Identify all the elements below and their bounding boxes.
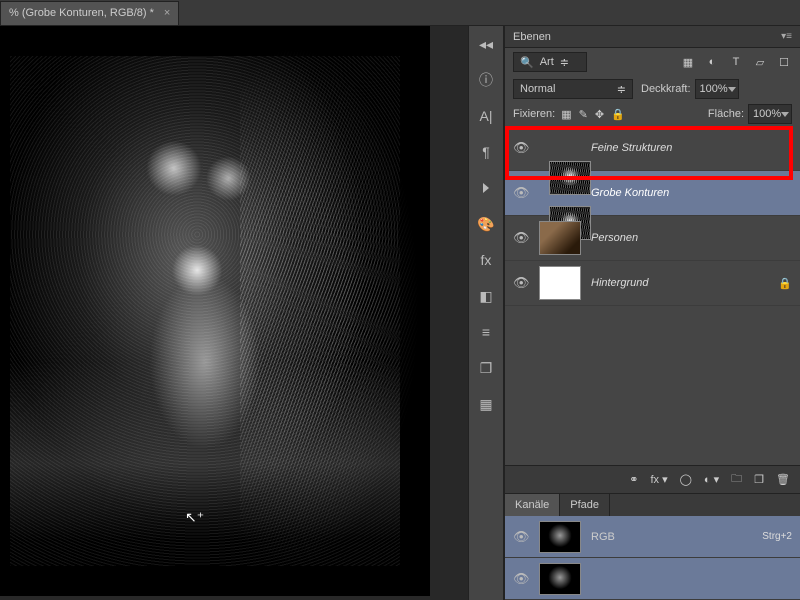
collapsed-panels-strip: ◂◂ ⓘ A| ¶ 🎨 fx ◧ ≡ ❐ ▦ xyxy=(468,26,504,600)
channel-name: RGB xyxy=(591,531,615,543)
lock-pixels-icon[interactable]: ✎ xyxy=(579,108,588,121)
fx-icon[interactable]: fx ▾ xyxy=(650,473,667,486)
channels-icon[interactable]: ▦ xyxy=(472,392,500,416)
chevron-down-icon xyxy=(781,112,789,117)
panel-title: Ebenen xyxy=(513,31,551,43)
channel-row[interactable]: 👁 xyxy=(505,558,800,600)
layer-name[interactable]: Hintergrund xyxy=(591,277,648,289)
info-icon[interactable]: ⓘ xyxy=(472,68,500,92)
expand-icon[interactable]: ◂◂ xyxy=(472,32,500,56)
trash-icon[interactable]: 🗑 xyxy=(776,473,790,486)
layer-name[interactable]: Grobe Konturen xyxy=(591,187,669,199)
swatches-icon[interactable]: 🎨 xyxy=(472,212,500,236)
tab-paths[interactable]: Pfade xyxy=(560,494,610,516)
lock-all-icon[interactable]: 🔒 xyxy=(611,108,625,121)
new-layer-icon[interactable]: ❐ xyxy=(754,473,764,486)
fill-label: Fläche: xyxy=(708,108,744,120)
align-icon[interactable]: ≡ xyxy=(472,320,500,344)
fill-value: 100% xyxy=(753,108,781,120)
lock-label: Fixieren: xyxy=(513,108,555,120)
channels-list: 👁 RGB Strg+2 👁 xyxy=(505,516,800,600)
canvas[interactable]: ↖⁺ xyxy=(0,26,430,596)
lock-transparent-icon[interactable]: ▦ xyxy=(561,108,571,121)
play-icon[interactable] xyxy=(472,176,500,200)
chevron-down-icon xyxy=(728,87,736,92)
document-tabs: % (Grobe Konturen, RGB/8) * × xyxy=(0,0,800,26)
search-icon: 🔍 xyxy=(520,56,534,69)
lock-row: Fixieren: ▦ ✎ ✥ 🔒 Fläche: 100% xyxy=(505,102,800,126)
lock-position-icon[interactable]: ✥ xyxy=(595,108,604,121)
canvas-area[interactable]: ↖⁺ xyxy=(0,26,468,600)
tab-channels[interactable]: Kanäle xyxy=(505,494,560,516)
channel-thumbnail xyxy=(539,521,581,553)
layers-footer: ⚭ fx ▾ ◯ ◐ ▾ 🗀 ❐ 🗑 xyxy=(505,465,800,493)
channel-shortcut: Strg+2 xyxy=(762,531,792,542)
filter-adjust-icon[interactable]: ◐ xyxy=(704,56,720,69)
tab-title: % (Grobe Konturen, RGB/8) * xyxy=(9,7,154,19)
visibility-icon[interactable]: 👁 xyxy=(513,275,529,291)
layer-thumbnail[interactable] xyxy=(539,221,581,255)
layer-name[interactable]: Personen xyxy=(591,232,638,244)
channel-thumbnail xyxy=(539,563,581,595)
channel-tabs: Kanäle Pfade xyxy=(505,494,800,516)
adjustments-icon[interactable]: ◧ xyxy=(472,284,500,308)
layer-thumbnail[interactable] xyxy=(539,266,581,300)
channel-row[interactable]: 👁 RGB Strg+2 xyxy=(505,516,800,558)
opacity-label: Deckkraft: xyxy=(641,83,691,95)
blend-mode-value: Normal xyxy=(520,83,555,95)
filter-smart-icon[interactable]: ☐ xyxy=(776,56,792,69)
layer-row[interactable]: 👁 Feine Strukturen xyxy=(505,126,800,171)
mask-icon[interactable]: ◯ xyxy=(680,473,692,486)
panel-header: Ebenen ▾≡ xyxy=(505,26,800,48)
visibility-icon[interactable]: 👁 xyxy=(513,230,529,246)
fill-input[interactable]: 100% xyxy=(748,104,792,124)
opacity-input[interactable]: 100% xyxy=(695,79,739,99)
layer-row[interactable]: 👁 Personen xyxy=(505,216,800,261)
close-tab-icon[interactable]: × xyxy=(164,7,170,19)
layer-name[interactable]: Feine Strukturen xyxy=(591,142,672,154)
cursor-icon: ↖⁺ xyxy=(185,509,204,526)
visibility-icon[interactable]: 👁 xyxy=(513,529,529,545)
filter-type-icon[interactable]: T xyxy=(728,56,744,69)
paragraph-icon[interactable]: ¶ xyxy=(472,140,500,164)
visibility-icon[interactable]: 👁 xyxy=(513,185,529,201)
chevron-down-icon: ≑ xyxy=(560,56,569,69)
styles-icon[interactable]: fx xyxy=(472,248,500,272)
blend-mode-select[interactable]: Normal ≑ xyxy=(513,79,633,99)
channels-panel: Kanäle Pfade 👁 RGB Strg+2 👁 xyxy=(505,493,800,600)
visibility-icon[interactable]: 👁 xyxy=(513,571,529,587)
chevron-down-icon: ≑ xyxy=(617,83,626,96)
layer-thumbnail[interactable] xyxy=(549,161,591,195)
panel-menu-icon[interactable]: ▾≡ xyxy=(781,31,792,42)
layers-list: 👁 Feine Strukturen 👁 Grobe Konturen 👁 Persone… xyxy=(505,126,800,465)
document-tab[interactable]: % (Grobe Konturen, RGB/8) * × xyxy=(0,1,179,25)
lock-icon: 🔒 xyxy=(778,277,792,290)
image-content-hair xyxy=(240,46,420,566)
layer-filter-bar: 🔍 Art ≑ ▦ ◐ T ▱ ☐ xyxy=(505,48,800,76)
layers-icon[interactable]: ❐ xyxy=(472,356,500,380)
character-icon[interactable]: A| xyxy=(472,104,500,128)
blend-row: Normal ≑ Deckkraft: 100% xyxy=(505,76,800,102)
layers-panel: Ebenen ▾≡ 🔍 Art ≑ ▦ ◐ T ▱ ☐ Normal ≑ xyxy=(504,26,800,600)
filter-shape-icon[interactable]: ▱ xyxy=(752,56,768,69)
opacity-value: 100% xyxy=(700,83,728,95)
filter-pixel-icon[interactable]: ▦ xyxy=(680,56,696,69)
folder-icon[interactable]: 🗀 xyxy=(731,470,742,489)
visibility-icon[interactable]: 👁 xyxy=(513,140,529,156)
layer-row[interactable]: 👁 Hintergrund 🔒 xyxy=(505,261,800,306)
filter-type-icons: ▦ ◐ T ▱ ☐ xyxy=(680,56,792,69)
filter-kind-select[interactable]: 🔍 Art ≑ xyxy=(513,52,587,72)
filter-kind-label: Art xyxy=(540,56,554,68)
link-icon[interactable]: ⚭ xyxy=(629,473,638,486)
adjustment-icon[interactable]: ◐ ▾ xyxy=(704,473,719,486)
